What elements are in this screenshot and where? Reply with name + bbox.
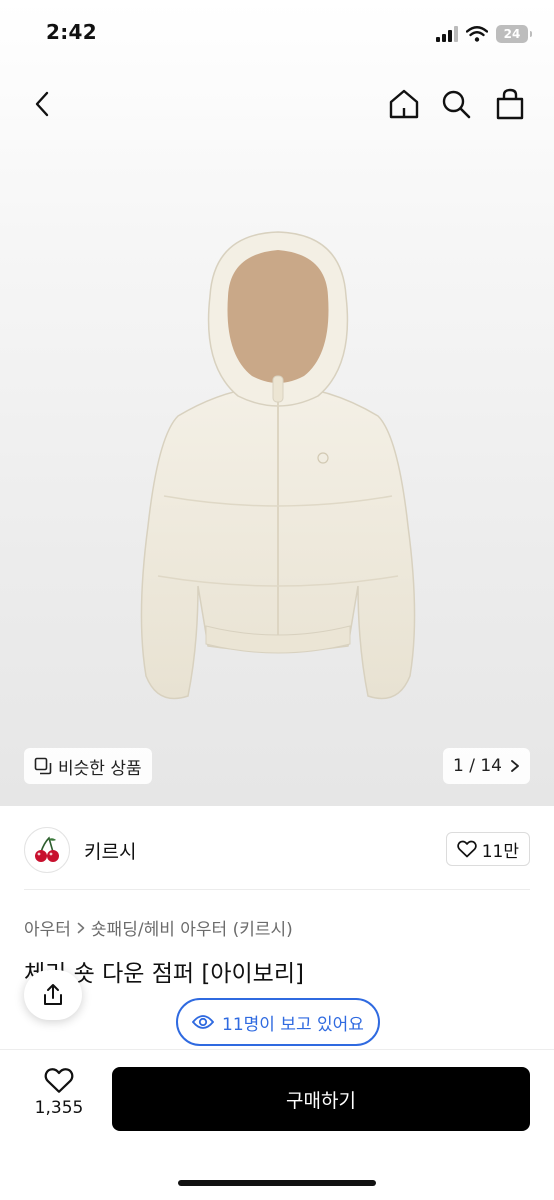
top-navigation [0, 72, 554, 136]
image-counter-button[interactable]: 1 / 14 [443, 748, 530, 784]
search-button[interactable] [436, 84, 476, 124]
shop-like-count: 11만 [481, 841, 519, 862]
breadcrumb-subcategory[interactable]: 숏패딩/헤비 아우터 (키르시) [91, 915, 293, 940]
search-icon [442, 90, 471, 119]
heart-outline-icon [44, 1068, 74, 1093]
status-time: 2:42 [46, 20, 97, 44]
buy-button-label: 구매하기 [286, 1089, 356, 1112]
status-icons: 24 [436, 22, 532, 46]
wishlist-count: 1,355 [34, 1098, 84, 1118]
share-button[interactable] [24, 970, 82, 1020]
wishlist-button[interactable]: 1,355 [24, 1067, 94, 1131]
battery-level: 24 [503, 27, 521, 41]
cart-button[interactable] [490, 84, 530, 124]
similar-products-label: 비슷한 상품 [58, 758, 142, 779]
viewers-badge: 11명이 보고 있어요 [176, 998, 380, 1046]
shop-logo[interactable] [24, 827, 70, 873]
share-icon [44, 984, 62, 1005]
battery-indicator: 24 [496, 25, 532, 43]
chevron-right-icon [77, 922, 85, 933]
cellular-signal-icon [436, 26, 458, 42]
shop-like-button[interactable]: 11만 [445, 832, 530, 866]
product-detail-screen: 비슷한 상품 1 / 14 2:42 24 키르시 11만 아우터 숏패딩/헤비… [0, 0, 554, 1200]
back-button[interactable] [22, 84, 62, 124]
wifi-icon [466, 26, 488, 42]
breadcrumb-category[interactable]: 아우터 [24, 915, 71, 940]
shopping-bag-icon [496, 88, 524, 120]
heart-outline-icon [457, 840, 477, 858]
home-button[interactable] [384, 84, 424, 124]
product-photo-jacket [140, 231, 416, 700]
image-counter: 1 / 14 [453, 756, 502, 776]
cherry-logo-icon [35, 836, 59, 862]
chevron-right-icon [511, 760, 519, 772]
status-bar: 2:42 24 [0, 0, 554, 64]
buy-button[interactable]: 구매하기 [112, 1067, 530, 1131]
shop-name[interactable]: 키르시 [84, 837, 136, 864]
eye-icon [192, 1015, 215, 1029]
home-indicator[interactable] [178, 1180, 376, 1186]
similar-products-button[interactable]: 비슷한 상품 [24, 748, 152, 784]
viewers-label: 11명이 보고 있어요 [222, 1014, 364, 1035]
home-icon [389, 89, 419, 119]
shop-info-row[interactable]: 키르시 11만 [24, 826, 530, 874]
section-divider [24, 889, 530, 890]
similar-items-icon [34, 757, 52, 775]
breadcrumb: 아우터 숏패딩/헤비 아우터 (키르시) [24, 915, 293, 940]
chevron-left-icon [35, 91, 49, 117]
